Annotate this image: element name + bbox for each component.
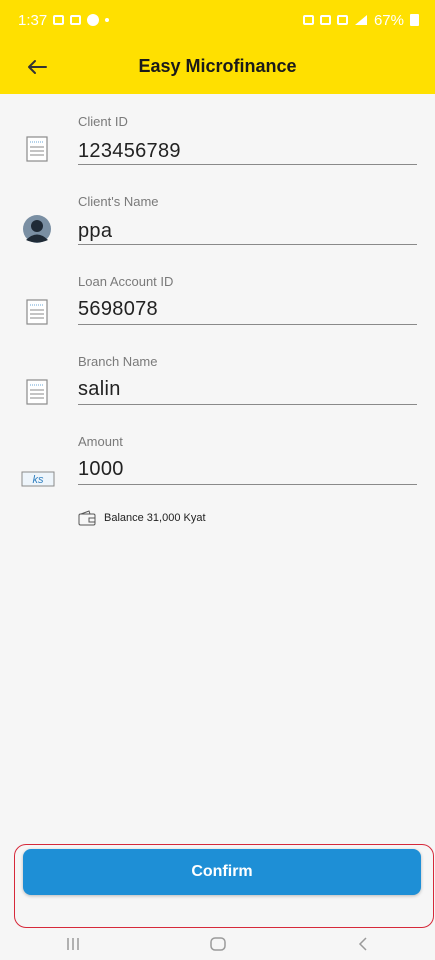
- client-id-label: Client ID: [78, 114, 128, 129]
- status-time: 1:37: [18, 11, 48, 29]
- loan-account-id-field[interactable]: Loan Account ID 5698078: [0, 270, 435, 350]
- client-name-field[interactable]: Client's Name ppa: [0, 190, 435, 270]
- confirm-button[interactable]: Confirm: [23, 849, 421, 895]
- branch-name-label: Branch Name: [78, 354, 158, 369]
- more-notifications-icon: [105, 18, 110, 22]
- gallery-notification-icon: [53, 15, 65, 25]
- signal-icon: [354, 15, 367, 25]
- balance-text: Balance 31,000 Kyat: [104, 512, 206, 524]
- amount-input[interactable]: 1000: [78, 458, 124, 481]
- client-id-input[interactable]: 123456789: [78, 140, 181, 163]
- client-id-underline: [78, 164, 417, 165]
- wifi-icon: [336, 15, 348, 25]
- battery-percent: 67%: [373, 11, 404, 29]
- recent-apps-icon: [66, 938, 79, 950]
- loan-account-id-underline: [78, 324, 417, 325]
- app-bar: Easy Microfinance: [0, 40, 435, 94]
- list-icon: [22, 377, 52, 407]
- branch-name-underline: [78, 404, 417, 405]
- sync-icon: [319, 15, 331, 25]
- chevron-left-icon: [358, 937, 367, 951]
- list-icon: [22, 297, 52, 327]
- balance-info: Balance 31,000 Kyat: [78, 510, 206, 526]
- amount-underline: [78, 484, 417, 485]
- client-id-field[interactable]: Client ID 123456789: [0, 110, 435, 190]
- loan-account-id-input[interactable]: 5698078: [78, 298, 158, 321]
- wallet-icon: [78, 510, 96, 526]
- client-name-input[interactable]: ppa: [78, 220, 112, 243]
- system-back-button[interactable]: [343, 932, 383, 956]
- home-button[interactable]: [198, 932, 238, 956]
- client-name-label: Client's Name: [78, 194, 159, 209]
- amount-label: Amount: [78, 434, 123, 449]
- battery-icon: [410, 14, 419, 26]
- amount-field[interactable]: Amount ks 1000: [0, 430, 435, 510]
- status-bar: 1:37 67%: [0, 0, 435, 40]
- client-name-underline: [78, 244, 417, 245]
- ks-currency-icon: ks: [21, 464, 55, 494]
- avatar-icon: [22, 214, 52, 244]
- page-title: Easy Microfinance: [138, 56, 297, 76]
- branch-name-input[interactable]: salin: [78, 378, 121, 401]
- home-icon: [209, 937, 226, 951]
- system-nav-bar: [0, 928, 435, 960]
- list-icon: [22, 134, 52, 164]
- mail-notification-icon: [70, 15, 82, 25]
- branch-name-field[interactable]: Branch Name salin: [0, 350, 435, 430]
- alarm-icon: [302, 15, 314, 25]
- ks-currency-text: ks: [33, 474, 45, 486]
- app-notification-icon: [87, 14, 100, 26]
- recent-apps-button[interactable]: [53, 932, 93, 956]
- loan-account-id-label: Loan Account ID: [78, 274, 174, 289]
